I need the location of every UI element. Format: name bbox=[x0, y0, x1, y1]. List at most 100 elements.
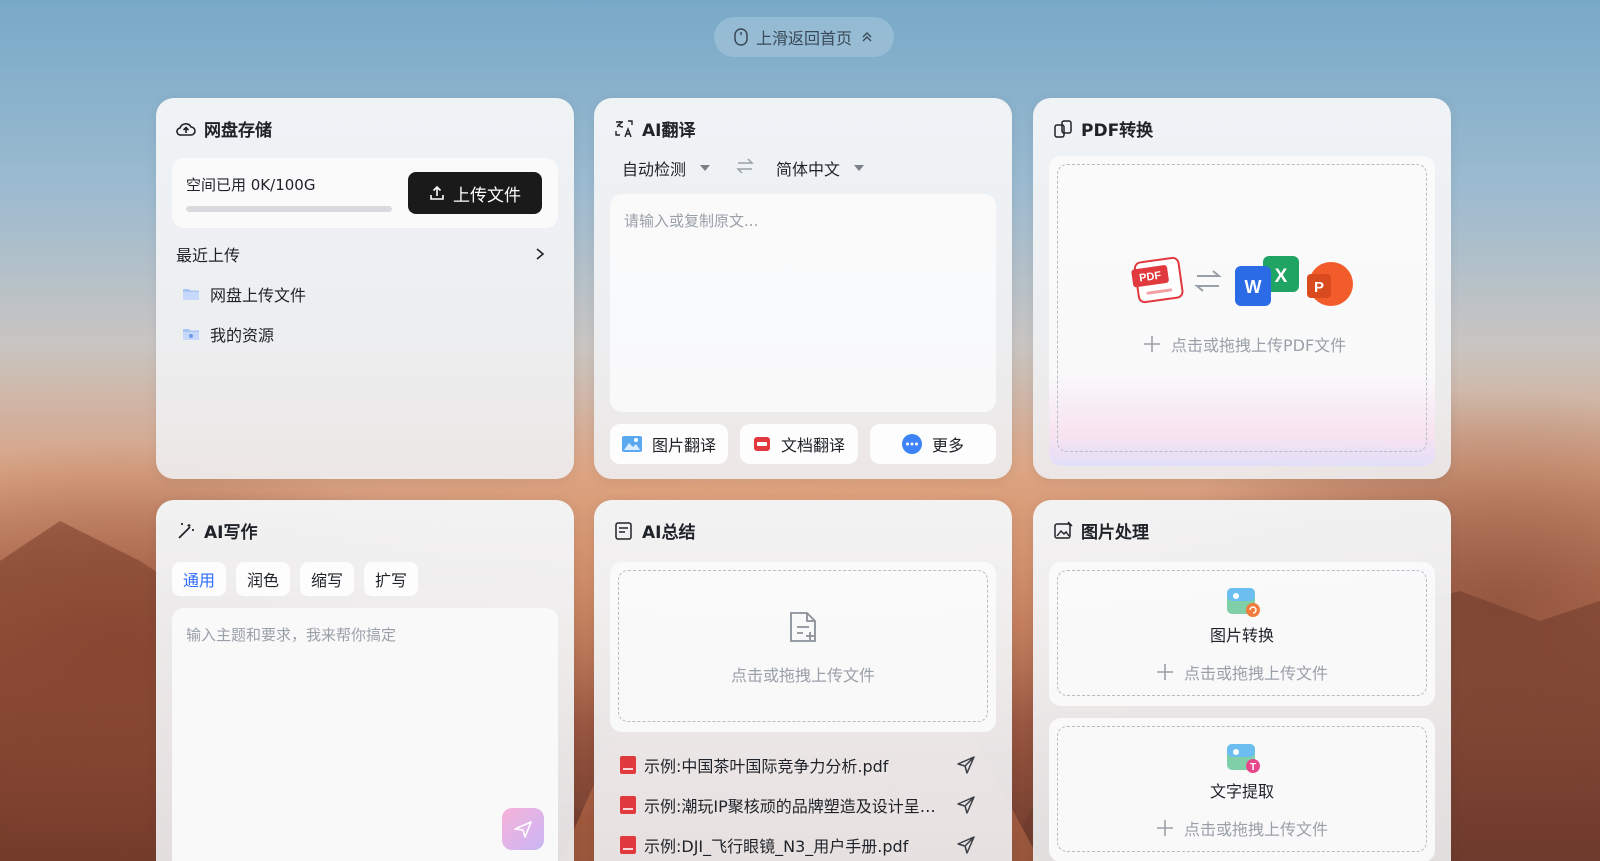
ai-writing-card: AI写作 通用 润色 缩写 扩写 输入主题和要求，我来帮你搞定 bbox=[156, 500, 574, 861]
source-lang-select[interactable]: 自动检测 bbox=[622, 156, 711, 180]
ai-translate-title: AI翻译 bbox=[642, 121, 696, 141]
more-tools-label: 更多 bbox=[931, 436, 964, 455]
ai-translate-card: AI翻译 自动检测 简体中文 请输入或复制原文... 图片翻译 文档翻译 更多 bbox=[594, 98, 1012, 479]
convert-link-icon bbox=[1054, 119, 1072, 138]
more-tools-button[interactable]: 更多 bbox=[870, 424, 996, 464]
swap-icon[interactable] bbox=[736, 158, 754, 174]
writing-tab-expand[interactable]: 扩写 bbox=[364, 562, 418, 596]
pdf-upload-hint: 点击或拖拽上传PDF文件 bbox=[1143, 332, 1346, 356]
pdf-doc-icon bbox=[753, 437, 770, 451]
ai-summary-header: AI总结 bbox=[614, 518, 695, 543]
cloud-storage-title: 网盘存储 bbox=[204, 121, 272, 141]
ai-summary-title: AI总结 bbox=[642, 523, 696, 543]
mouse-icon bbox=[734, 28, 748, 46]
pdf-upload-hint-text: 点击或拖拽上传PDF文件 bbox=[1171, 336, 1347, 355]
caret-down-icon bbox=[700, 165, 711, 171]
send-icon bbox=[514, 821, 532, 838]
storage-usage-panel: 空间已用 0K/100G 上传文件 bbox=[172, 158, 558, 228]
image-process-title: 图片处理 bbox=[1081, 523, 1149, 543]
more-icon bbox=[901, 434, 922, 454]
text-extract-label: 文字提取 bbox=[1209, 782, 1274, 801]
image-convert-hint: 点击或拖拽上传文件 bbox=[1049, 660, 1435, 684]
writing-input[interactable]: 输入主题和要求，我来帮你搞定 bbox=[172, 608, 558, 861]
pdf-file-icon bbox=[620, 836, 636, 854]
example-file-name: 示例:潮玩IP聚核顽的品牌塑造及设计呈现.pdf bbox=[644, 797, 948, 816]
cloud-storage-card: 网盘存储 空间已用 0K/100G 上传文件 最近上传 网盘上传文件 我的资源 bbox=[156, 98, 574, 479]
image-convert-hint-text: 点击或拖拽上传文件 bbox=[1183, 664, 1328, 683]
example-file-row[interactable]: 示例:DJI_飞行眼镜_N3_用户手册.pdf bbox=[620, 830, 976, 860]
example-file-row[interactable]: 示例:中国茶叶国际竞争力分析.pdf bbox=[620, 750, 976, 780]
image-edit-icon bbox=[1054, 520, 1073, 539]
image-convert-icon bbox=[1227, 588, 1260, 617]
source-lang-value: 自动检测 bbox=[622, 160, 687, 179]
chevron-up-icon bbox=[862, 32, 872, 42]
text-extract-hint-text: 点击或拖拽上传文件 bbox=[1183, 820, 1328, 839]
summary-drop-area[interactable]: 点击或拖拽上传文件 bbox=[610, 562, 996, 732]
cloud-upload-icon bbox=[176, 122, 196, 136]
upload-icon bbox=[430, 185, 444, 200]
send-button[interactable] bbox=[502, 808, 544, 850]
writing-tab-general[interactable]: 通用 bbox=[172, 562, 226, 596]
writing-tab-polish[interactable]: 润色 bbox=[236, 562, 290, 596]
send-arrow-icon[interactable] bbox=[956, 755, 976, 775]
summary-drop-border bbox=[618, 570, 988, 722]
folder-item[interactable]: 网盘上传文件 bbox=[182, 282, 306, 306]
summary-doc-icon bbox=[615, 521, 632, 540]
recent-uploads-link[interactable]: 最近上传 bbox=[176, 242, 546, 266]
magic-wand-icon bbox=[178, 522, 194, 539]
target-lang-value: 简体中文 bbox=[776, 160, 841, 179]
example-file-name: 示例:中国茶叶国际竞争力分析.pdf bbox=[644, 757, 889, 776]
cloud-storage-header: 网盘存储 bbox=[176, 116, 272, 141]
image-translate-label: 图片翻译 bbox=[651, 436, 716, 455]
folder-item[interactable]: 我的资源 bbox=[182, 322, 274, 346]
translate-input[interactable]: 请输入或复制原文... bbox=[610, 194, 996, 412]
pdf-convert-card: PDF转换 PDF X W P 点击或拖拽上传PDF文件 bbox=[1033, 98, 1451, 479]
svg-text:T: T bbox=[1250, 762, 1256, 773]
plus-icon bbox=[1156, 820, 1173, 836]
pdf-to-office-illustration: PDF X W P bbox=[1131, 256, 1353, 306]
ai-writing-title: AI写作 bbox=[204, 523, 258, 543]
folder-item-label: 我的资源 bbox=[210, 326, 275, 345]
image-process-card: 图片处理 图片转换 点击或拖拽上传文件 T 文字提取 点击或拖拽上传文件 bbox=[1033, 500, 1451, 861]
image-translate-button[interactable]: 图片翻译 bbox=[610, 424, 728, 464]
storage-usage-text: 空间已用 0K/100G bbox=[186, 176, 316, 194]
pdf-convert-header: PDF转换 bbox=[1053, 116, 1153, 141]
summary-upload-hint: 点击或拖拽上传文件 bbox=[730, 666, 875, 685]
example-file-name: 示例:DJI_飞行眼镜_N3_用户手册.pdf bbox=[644, 837, 909, 856]
target-lang-select[interactable]: 简体中文 bbox=[776, 156, 865, 180]
doc-translate-button[interactable]: 文档翻译 bbox=[740, 424, 858, 464]
text-extract-hint: 点击或拖拽上传文件 bbox=[1049, 816, 1435, 840]
send-arrow-icon[interactable] bbox=[956, 795, 976, 815]
doc-translate-label: 文档翻译 bbox=[780, 436, 845, 455]
image-icon bbox=[621, 436, 642, 452]
writing-placeholder: 输入主题和要求，我来帮你搞定 bbox=[186, 626, 397, 644]
text-extract-panel[interactable]: T 文字提取 点击或拖拽上传文件 bbox=[1049, 718, 1435, 861]
folder-item-label: 网盘上传文件 bbox=[210, 286, 307, 305]
writing-tab-shorten[interactable]: 缩写 bbox=[300, 562, 354, 596]
file-add-icon bbox=[790, 612, 816, 642]
svg-text:W: W bbox=[1245, 277, 1262, 297]
storage-usage-bar bbox=[186, 206, 392, 212]
example-file-row[interactable]: 示例:潮玩IP聚核顽的品牌塑造及设计呈现.pdf bbox=[620, 790, 976, 820]
translate-icon bbox=[615, 119, 633, 137]
ai-writing-header: AI写作 bbox=[176, 518, 257, 543]
scroll-home-pill[interactable]: 上滑返回首页 bbox=[714, 17, 894, 57]
pdf-drop-area[interactable]: PDF X W P 点击或拖拽上传PDF文件 bbox=[1049, 156, 1435, 466]
folder-icon bbox=[183, 289, 199, 300]
ai-translate-header: AI翻译 bbox=[614, 116, 695, 141]
pdf-file-icon bbox=[620, 796, 636, 814]
scroll-home-label: 上滑返回首页 bbox=[755, 29, 852, 48]
upload-file-button[interactable]: 上传文件 bbox=[408, 172, 542, 214]
plus-icon bbox=[1144, 336, 1160, 352]
svg-text:P: P bbox=[1314, 279, 1324, 296]
text-extract-icon: T bbox=[1227, 744, 1260, 773]
image-convert-label: 图片转换 bbox=[1209, 626, 1274, 645]
send-arrow-icon[interactable] bbox=[956, 835, 976, 855]
pdf-file-icon bbox=[620, 756, 636, 774]
plus-icon bbox=[1156, 664, 1173, 680]
pdf-convert-title: PDF转换 bbox=[1081, 121, 1154, 141]
folder-icon bbox=[183, 329, 199, 340]
image-convert-panel[interactable]: 图片转换 点击或拖拽上传文件 bbox=[1049, 562, 1435, 706]
translate-placeholder: 请输入或复制原文... bbox=[624, 212, 759, 230]
ai-summary-card: AI总结 点击或拖拽上传文件 示例:中国茶叶国际竞争力分析.pdf 示例:潮玩I… bbox=[594, 500, 1012, 861]
